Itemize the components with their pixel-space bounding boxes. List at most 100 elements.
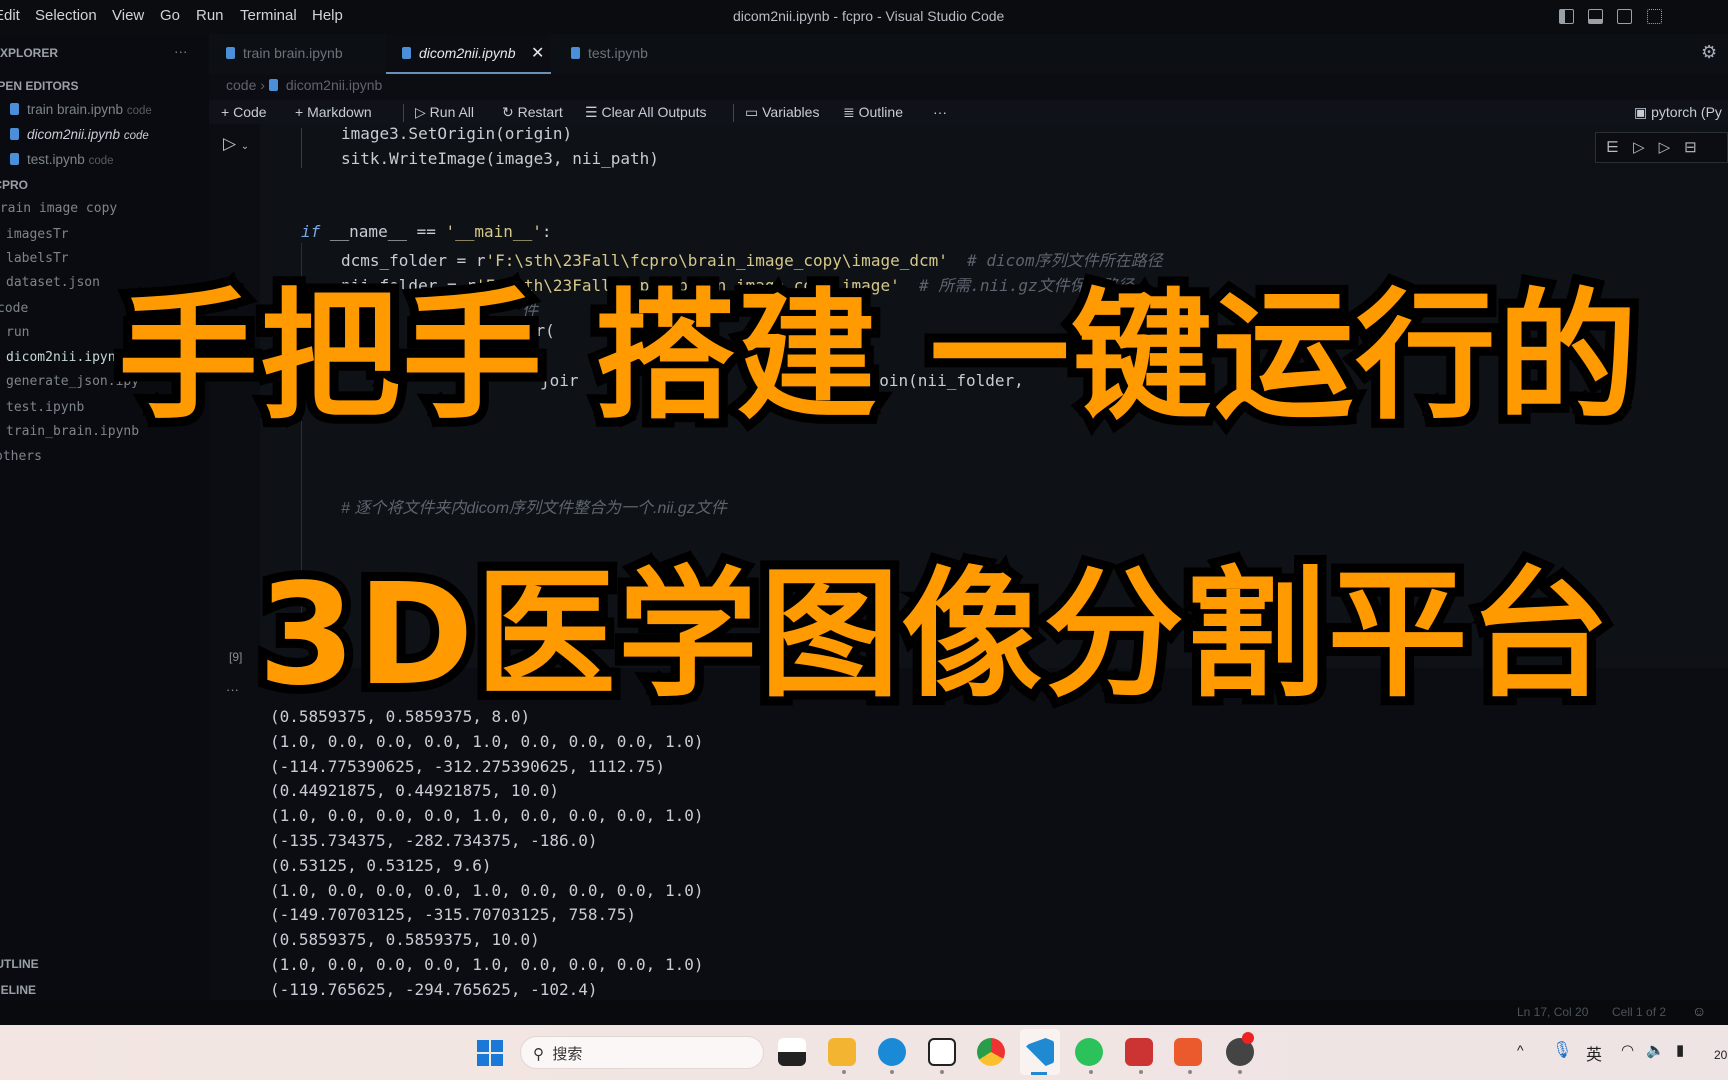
clear-outputs-button[interactable]: ☰ Clear All Outputs [585, 104, 707, 121]
wechat-icon[interactable] [1075, 1038, 1103, 1066]
divider [733, 104, 734, 122]
restart-button[interactable]: ↻ Restart [502, 104, 563, 121]
overlay-title-line1: 手把手 搭建 一键运行的 [109, 276, 1646, 439]
chrome-icon[interactable] [977, 1038, 1005, 1066]
windows-start-icon[interactable] [477, 1040, 503, 1066]
variables-button[interactable]: ▭ Variables [745, 104, 819, 121]
kernel-picker[interactable]: ▣ pytorch (Py [1634, 104, 1722, 121]
customize-layout-icon[interactable] [1647, 9, 1662, 24]
comment: # dicom序列文件所在路径 [967, 251, 1163, 270]
file-name: dicom2nii.ipynb [27, 127, 121, 142]
tab-label: test.ipynb [588, 45, 648, 61]
code-text: dcms_folder = r [341, 251, 486, 270]
tree-file-active[interactable]: dicom2nii.ipynb [6, 350, 123, 365]
tree-folder[interactable]: others [0, 449, 42, 464]
volume-icon[interactable]: 🔈 [1646, 1041, 1665, 1059]
wifi-icon[interactable]: ◠ [1621, 1041, 1634, 1059]
tab-label: dicom2nii.ipynb [419, 45, 516, 61]
code-line[interactable]: sitk.WriteImage(image3, nii_path) [341, 149, 659, 168]
code-line[interactable]: image3.SetOrigin(origin) [341, 124, 572, 143]
menu-selection[interactable]: Selection [35, 7, 97, 24]
split-cell-icon[interactable]: ⊟ [1684, 139, 1711, 156]
tab-train-brain[interactable]: train brain.ipynb [226, 45, 343, 61]
xmind-icon[interactable] [1174, 1038, 1202, 1066]
microphone-icon[interactable]: 🎙 [1552, 1040, 1572, 1060]
menu-terminal[interactable]: Terminal [240, 7, 297, 24]
open-editors-header[interactable]: OPEN EDITORS [0, 79, 78, 93]
code-text: sitk.WriteImage(image3, nii_path) [341, 149, 659, 168]
timeline-header[interactable]: TIMELINE [0, 983, 36, 997]
run-cell-icon[interactable]: ▷ ⌄ [223, 134, 249, 154]
file-name: train brain.ipynb [27, 102, 124, 117]
cursor-position[interactable]: Ln 17, Col 20 [1517, 1005, 1588, 1019]
restart-icon: ↻ [502, 104, 514, 120]
zotero-icon[interactable] [1125, 1038, 1153, 1066]
breadcrumb: code › dicom2nii.ipynb [226, 77, 383, 93]
tree-folder[interactable]: code [0, 301, 28, 316]
more-actions-button[interactable]: ··· [933, 104, 947, 120]
label: Markdown [307, 104, 372, 120]
add-code-cell-button[interactable]: + Code [221, 104, 267, 120]
tree-file[interactable]: dataset.json [6, 275, 100, 290]
execute-below-icon[interactable]: ▷ [1659, 139, 1685, 156]
file-explorer-icon[interactable] [828, 1038, 856, 1066]
outline-button[interactable]: ≣ Outline [843, 104, 903, 121]
breadcrumb-item[interactable]: code [226, 77, 256, 93]
show-hidden-icons-icon[interactable]: ^ [1517, 1042, 1524, 1058]
cell-indicator[interactable]: Cell 1 of 2 [1612, 1005, 1666, 1019]
output-line: (0.44921875, 0.44921875, 10.0) [270, 781, 559, 801]
open-editor-item[interactable]: test.ipynb code [10, 152, 114, 167]
output-line: (0.53125, 0.53125, 9.6) [270, 855, 492, 875]
running-dot [1188, 1070, 1192, 1074]
clock[interactable]: 20 [1714, 1048, 1727, 1062]
task-view-icon[interactable] [778, 1038, 806, 1066]
menu-go[interactable]: Go [160, 7, 180, 24]
breadcrumb-item[interactable]: dicom2nii.ipynb [286, 77, 383, 93]
code-text: image3.SetOrigin(origin) [341, 124, 573, 143]
comment: # 逐个将文件夹内dicom序列文件整合为一个.nii.gz文件 [341, 500, 727, 517]
open-editor-item[interactable]: train brain.ipynb code [10, 102, 152, 117]
project-header[interactable]: FCPRO [0, 178, 28, 192]
execute-above-icon[interactable]: ▷ [1633, 139, 1659, 156]
menu-help[interactable]: Help [312, 7, 343, 24]
output-more-button[interactable]: ··· [226, 682, 239, 697]
tree-folder[interactable]: labelsTr [6, 251, 69, 266]
tree-folder[interactable]: imagesTr [6, 227, 69, 242]
toggle-secondary-sidebar-icon[interactable] [1617, 9, 1632, 24]
tab-test[interactable]: test.ipynb [571, 45, 648, 61]
notebook-file-icon [402, 47, 411, 59]
tree-folder[interactable]: run [6, 325, 29, 340]
run-all-button[interactable]: ▷ Run All [415, 104, 474, 121]
toggle-panel-icon[interactable] [1588, 9, 1603, 24]
active-indicator [1031, 1072, 1047, 1075]
tab-dicom2nii-label[interactable]: dicom2nii.ipynb [402, 45, 516, 61]
tree-folder[interactable]: brain image copy [0, 201, 117, 216]
toggle-sidebar-icon[interactable] [1559, 9, 1574, 24]
outline-header[interactable]: OUTLINE [0, 957, 39, 971]
copilot-icon[interactable]: ☺ [1692, 1003, 1706, 1019]
menu-run[interactable]: Run [196, 7, 224, 24]
edge-icon[interactable] [878, 1038, 906, 1066]
code-line[interactable]: dcms_folder = r'F:\sth\23Fall\fcpro\brai… [341, 247, 1163, 271]
label: Outline [858, 104, 903, 120]
gear-icon[interactable]: ⚙ [1701, 42, 1717, 63]
explorer-more-button[interactable]: ··· [174, 44, 188, 59]
list-icon: ≣ [843, 104, 855, 120]
notion-icon[interactable] [928, 1038, 956, 1066]
battery-icon[interactable]: ▮ [1676, 1041, 1684, 1059]
output-line: (1.0, 0.0, 0.0, 0.0, 1.0, 0.0, 0.0, 0.0,… [270, 731, 704, 751]
label: Run All [429, 104, 475, 120]
file-dir: code [88, 155, 114, 167]
open-editor-item-active[interactable]: dicom2nii.ipynb code [10, 127, 149, 142]
running-dot [1089, 1070, 1093, 1074]
menu-edit[interactable]: Edit [0, 7, 20, 24]
taskbar-search[interactable]: ⚲ 搜索 [520, 1036, 764, 1069]
label: Code [233, 104, 267, 120]
tree-file[interactable]: test.ipynb [6, 400, 84, 415]
code-line[interactable]: if __name__ == '__main__': [301, 222, 551, 241]
menu-view[interactable]: View [112, 7, 144, 24]
close-tab-icon[interactable]: ✕ [531, 43, 544, 63]
ime-indicator[interactable]: 英 [1586, 1041, 1602, 1065]
add-markdown-cell-button[interactable]: + Markdown [295, 104, 372, 120]
run-by-line-icon[interactable]: ⋿ [1606, 139, 1633, 156]
